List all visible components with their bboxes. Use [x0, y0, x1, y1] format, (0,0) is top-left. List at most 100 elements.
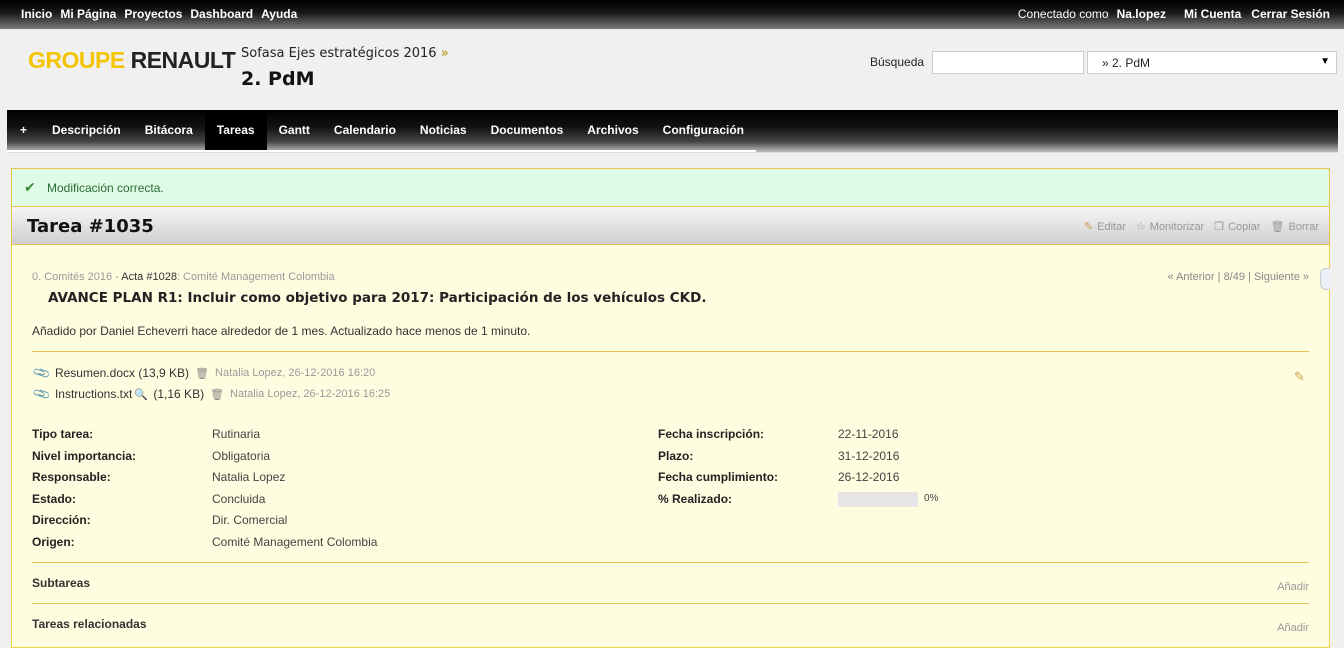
- top-menu-projects[interactable]: Proyectos: [124, 7, 182, 21]
- author-mid: hace: [188, 324, 221, 338]
- updated-suffix: .: [527, 324, 531, 338]
- parent-separator: -: [112, 271, 122, 283]
- added-ago-link[interactable]: alrededor de 1 mes: [221, 324, 324, 338]
- tab-gantt[interactable]: Gantt: [267, 110, 322, 150]
- attr-label: Tipo tarea:: [32, 427, 94, 441]
- issue-position: | 8/49 |: [1214, 271, 1254, 283]
- divider: [32, 603, 1309, 604]
- issue-header: Tarea #1035 ✎ Editar ☆ Monitorizar ❐ Copiar…: [11, 207, 1330, 245]
- copy-button[interactable]: ❐ Copiar: [1214, 220, 1261, 234]
- delete-attachment-icon[interactable]: 🗑: [195, 367, 209, 380]
- menu-underline: [7, 150, 756, 152]
- divider: [32, 562, 1309, 563]
- attr-value-priority: Obligatoria: [212, 449, 271, 463]
- breadcrumb-separator: »: [440, 46, 449, 61]
- author-prefix: Añadido por: [32, 324, 101, 338]
- prev-issue-link[interactable]: « Anterior: [1168, 271, 1215, 283]
- copy-label: Copiar: [1228, 220, 1261, 233]
- next-issue-link[interactable]: Siguiente »: [1254, 271, 1309, 283]
- subtasks-title: Subtareas: [32, 576, 91, 590]
- divider: [32, 351, 1309, 352]
- project-jump-value: » 2. PdM: [1102, 56, 1151, 70]
- top-menu-home[interactable]: Inicio: [21, 7, 52, 21]
- parent-acta-subject: : Comité Management Colombia: [176, 271, 335, 283]
- chevron-down-icon: ▼: [1320, 56, 1330, 67]
- logo-renault: RENAULT: [130, 47, 236, 73]
- logo-groupe: GROUPE: [28, 47, 125, 73]
- top-menu-dashboard[interactable]: Dashboard: [190, 7, 253, 21]
- add-relation-link[interactable]: Añadir: [1277, 622, 1309, 634]
- add-subtask-link[interactable]: Añadir: [1277, 581, 1309, 593]
- tab-activity[interactable]: Bitácora: [133, 110, 205, 150]
- attr-label: Fecha inscripción:: [658, 427, 765, 441]
- attachment-name[interactable]: Instructions.txt: [55, 387, 132, 401]
- attachment-size: (1,16 KB): [153, 387, 205, 401]
- issue-parents: 0. Comités 2016 - Acta #1028: Comité Man…: [32, 271, 335, 283]
- logged-as-label: Conectado como: [1017, 7, 1109, 21]
- delete-label: Borrar: [1288, 220, 1319, 233]
- edit-button[interactable]: ✎ Editar: [1083, 220, 1126, 234]
- flash-notice: ✔ Modificación correcta.: [11, 168, 1330, 207]
- check-icon: ✔: [24, 179, 36, 195]
- issue-subject: AVANCE PLAN R1: Incluir como objetivo pa…: [48, 290, 707, 306]
- tab-news[interactable]: Noticias: [408, 110, 479, 150]
- issue-author-line: Añadido por Daniel Echeverri hace alrede…: [32, 324, 530, 338]
- attr-label: Nivel importancia:: [32, 449, 137, 463]
- pencil-icon: ✎: [1083, 221, 1094, 233]
- project-title: 2. PdM: [241, 68, 315, 90]
- logged-user-link[interactable]: Na.lopez: [1117, 7, 1166, 21]
- parent-acta-link[interactable]: Acta #1028: [121, 271, 177, 283]
- attachment-item: 📎 Instructions.txt 🔍 (1,16 KB) 🗑 Natalia …: [32, 384, 391, 404]
- updated-ago-link[interactable]: menos de 1 minuto: [425, 324, 527, 338]
- top-menu-my-page[interactable]: Mi Página: [60, 7, 116, 21]
- logo[interactable]: GROUPE RENAULT: [28, 47, 236, 74]
- tab-files[interactable]: Archivos: [575, 110, 650, 150]
- parent-issue-link[interactable]: 0. Comités 2016: [32, 271, 112, 283]
- attachment-name[interactable]: Resumen.docx: [55, 366, 135, 380]
- watch-label: Monitorizar: [1149, 220, 1205, 233]
- search-label: Búsqueda: [870, 55, 925, 69]
- attr-label: Fecha cumplimiento:: [658, 470, 779, 484]
- attr-label: Origen:: [32, 535, 75, 549]
- tab-documents[interactable]: Documentos: [479, 110, 576, 150]
- edit-attachments-pencil-icon[interactable]: ✎: [1294, 369, 1305, 385]
- search-input[interactable]: [932, 51, 1084, 74]
- attachment-meta: Natalia Lopez, 26-12-2016 16:25: [230, 388, 391, 400]
- top-menu-right: Conectado como Na.lopez Mi Cuenta Cerrar…: [1018, 7, 1330, 21]
- my-account-link[interactable]: Mi Cuenta: [1184, 7, 1241, 21]
- delete-button[interactable]: 🗑 Borrar: [1270, 220, 1319, 234]
- progress-value: 0%: [924, 493, 939, 504]
- project-jump-select[interactable]: » 2. PdM ▼: [1087, 51, 1337, 74]
- main-menu: + Descripción Bitácora Tareas Gantt Cale…: [7, 110, 1338, 153]
- trash-icon: 🗑: [1270, 221, 1285, 233]
- attr-label: Dirección:: [32, 513, 91, 527]
- magnifier-icon[interactable]: 🔍: [134, 388, 148, 401]
- top-menu-help[interactable]: Ayuda: [261, 7, 297, 21]
- attr-value-status: Concluida: [212, 492, 266, 506]
- watch-button[interactable]: ☆ Monitorizar: [1135, 220, 1205, 234]
- tab-calendar[interactable]: Calendario: [322, 110, 408, 150]
- attr-value-start-date: 22-11-2016: [838, 427, 899, 441]
- tab-new-object[interactable]: +: [7, 110, 40, 150]
- tab-settings[interactable]: Configuración: [651, 110, 756, 150]
- logout-link[interactable]: Cerrar Sesión: [1251, 7, 1330, 21]
- issue-actions: ✎ Editar ☆ Monitorizar ❐ Copiar 🗑 Borrar: [1074, 220, 1319, 234]
- delete-attachment-icon[interactable]: 🗑: [210, 388, 224, 401]
- sidebar-toggle[interactable]: [1320, 268, 1330, 290]
- related-issues-title: Tareas relacionadas: [32, 617, 147, 631]
- attr-value-direction: Dir. Comercial: [212, 513, 288, 527]
- issue-navigation: « Anterior | 8/49 | Siguiente »: [1168, 271, 1310, 283]
- attachment-item: 📎 Resumen.docx (13,9 KB) 🗑 Natalia Lopez…: [32, 363, 376, 383]
- updated-prefix: . Actualizado hace: [324, 324, 425, 338]
- star-icon: ☆: [1135, 221, 1146, 233]
- attr-value-assignee[interactable]: Natalia Lopez: [212, 470, 285, 484]
- breadcrumb-parent-project[interactable]: Sofasa Ejes estratégicos 2016: [241, 46, 437, 61]
- edit-label: Editar: [1097, 220, 1126, 233]
- attr-value-tracker: Rutinaria: [212, 427, 261, 441]
- tab-overview[interactable]: Descripción: [40, 110, 133, 150]
- author-link[interactable]: Daniel Echeverri: [100, 324, 188, 338]
- tab-issues[interactable]: Tareas: [204, 110, 267, 150]
- attr-label: Responsable:: [32, 470, 111, 484]
- flash-message: Modificación correcta.: [47, 181, 164, 195]
- attachment-meta: Natalia Lopez, 26-12-2016 16:20: [215, 367, 376, 379]
